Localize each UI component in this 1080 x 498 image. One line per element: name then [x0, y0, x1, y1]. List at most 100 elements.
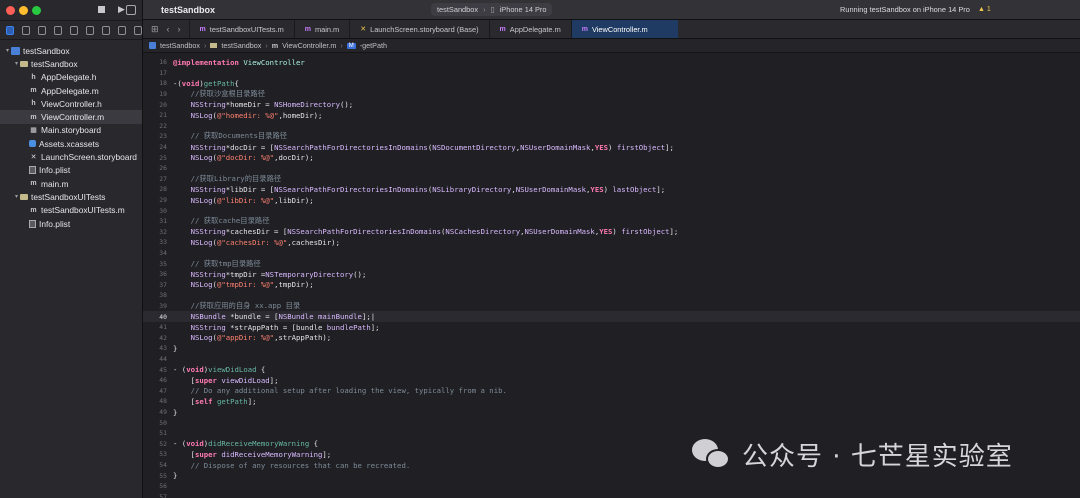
navigator-item[interactable]: m testSandboxUITests.m	[0, 204, 142, 217]
editor-tab[interactable]: m main.m	[293, 20, 349, 38]
scheme-selector[interactable]: testSandbox › ▯ iPhone 14 Pro	[431, 3, 553, 16]
line-number: 34	[159, 249, 167, 258]
minimize-window-button[interactable]	[19, 5, 28, 15]
zoom-window-button[interactable]	[32, 5, 41, 15]
jumpbar-method[interactable]: -getPath	[360, 41, 387, 50]
editor-tab[interactable]: m ViewController.m	[570, 20, 678, 38]
line-number: 17	[159, 68, 167, 77]
disclosure-triangle-icon[interactable]: ▾	[13, 60, 20, 67]
navigator-item[interactable]: ▾ testSandbox	[0, 44, 142, 57]
line-number: 18	[159, 79, 167, 88]
editor-tab-bar: ⊞ ‹ › m testSandboxUITests.m m main.m ✕ Launc…	[143, 20, 1080, 39]
navigator-item[interactable]: Info.plist	[0, 164, 142, 177]
line-number: 30	[159, 206, 167, 215]
code-line: 16 @implementation ViewController	[143, 57, 1080, 68]
navigator-item[interactable]: h AppDelegate.h	[0, 71, 142, 84]
navigator-item[interactable]: ▦ Main.storyboard	[0, 124, 142, 137]
folder-icon	[210, 43, 218, 48]
editor-tab[interactable]: m AppDelegate.m	[488, 20, 571, 38]
file-navigator-icon[interactable]	[6, 25, 14, 35]
navigator-item[interactable]: m AppDelegate.m	[0, 84, 142, 97]
code-text: NSString*tmpDir =NSTemporaryDirectory();	[190, 269, 367, 279]
disclosure-triangle-icon[interactable]: ▾	[13, 193, 20, 200]
jumpbar-file[interactable]: ViewController.m	[282, 41, 336, 50]
chevron-right-icon[interactable]: ›	[178, 24, 181, 34]
navigator-item[interactable]: Assets.xcassets	[0, 137, 142, 150]
sidebar-toggle-icon[interactable]	[126, 5, 136, 15]
navigator-item-label: main.m	[41, 178, 69, 189]
watermark-text: 公众号 · 七芒星实验室	[742, 442, 1013, 472]
code-line: 56	[143, 481, 1080, 492]
jumpbar-group[interactable]: testSandbox	[221, 41, 261, 50]
navigator-item[interactable]: h ViewController.h	[0, 97, 142, 110]
navigator-item[interactable]: ▾ testSandbox	[0, 57, 142, 70]
code-line: 45 - (void)viewDidLoad {	[143, 364, 1080, 375]
m-file-icon: m	[581, 25, 588, 33]
navigator-item-label: testSandbox	[31, 58, 78, 69]
related-items-icon[interactable]: ⊞	[151, 24, 159, 35]
code-text: // 获取tmp目录路径	[173, 258, 261, 268]
chevron-left-icon[interactable]: ‹	[167, 24, 170, 34]
editor-tab[interactable]: ✕ LaunchScreen.storyboard (Base)	[349, 20, 488, 38]
code-line: 20 NSString*homeDir = NSHomeDirectory();	[143, 99, 1080, 110]
line-number: 41	[159, 323, 167, 332]
disclosure-triangle-icon[interactable]: ▾	[4, 47, 11, 54]
code-text: NSLog(@"homedir: %@",homeDir);	[190, 110, 323, 120]
code-line: 37 NSLog(@"tmpDir: %@",tmpDir);	[143, 280, 1080, 291]
issue-navigator-icon[interactable]	[70, 25, 78, 35]
wechat-logo-icon	[690, 437, 734, 473]
code-text: NSString*homeDir = NSHomeDirectory();	[190, 100, 354, 110]
code-text: //获取沙盒根目录路径	[173, 89, 266, 99]
navigator-item[interactable]: m ViewController.m	[0, 110, 142, 124]
line-number: 49	[159, 408, 167, 417]
code-line: 57	[143, 492, 1080, 498]
stop-button-icon[interactable]	[98, 6, 105, 13]
code-text: // Dispose of any resources that can be …	[173, 460, 411, 470]
code-line: 24 NSString*docDir = [NSSearchPathForDir…	[143, 142, 1080, 153]
line-number: 37	[159, 280, 167, 289]
plist-icon	[29, 166, 36, 175]
find-navigator-icon[interactable]	[54, 25, 62, 35]
line-number: 54	[159, 461, 167, 470]
navigator-item[interactable]: ✕ LaunchScreen.storyboard	[0, 150, 142, 163]
code-line: 28 NSString*libDir = [NSSearchPathForDir…	[143, 184, 1080, 195]
code-text: -(void)getPath{	[173, 78, 239, 88]
window-toolbar: ▶ testSandbox testSandbox › ▯ iPhone 14 …	[98, 0, 1080, 20]
project-title: testSandbox	[161, 4, 216, 15]
navigator-item-label: ViewController.h	[41, 98, 102, 109]
line-number: 29	[159, 196, 167, 205]
warning-indicator[interactable]: ▲ 1	[978, 6, 991, 13]
editor-tab[interactable]: m testSandboxUITests.m	[188, 20, 294, 38]
report-navigator-icon[interactable]	[134, 25, 142, 35]
symbol-navigator-icon[interactable]	[38, 25, 46, 35]
source-control-icon[interactable]	[22, 25, 30, 35]
line-number: 28	[159, 185, 167, 194]
line-number: 16	[159, 58, 167, 67]
close-window-button[interactable]	[6, 5, 15, 15]
navigator-item[interactable]: m main.m	[0, 177, 142, 190]
line-number: 42	[159, 333, 167, 342]
chevron-right-icon: ›	[265, 41, 268, 50]
code-text: - (void)didReceiveMemoryWarning {	[173, 439, 319, 449]
run-button-icon[interactable]: ▶	[118, 4, 125, 15]
debug-navigator-icon[interactable]	[102, 25, 110, 35]
file-tree: ▾ testSandbox ▾ testSandbox h AppDelegate.h m A…	[0, 40, 142, 230]
jumpbar-project[interactable]: testSandbox	[160, 41, 200, 50]
code-text: [super viewDidLoad];	[173, 375, 279, 385]
source-editor[interactable]: 16 @implementation ViewController 17 18 -(vo…	[143, 53, 1080, 498]
navigator-item-label: testSandbox	[23, 45, 70, 56]
code-text: NSLog(@"appDir: %@",strAppPath);	[190, 333, 332, 343]
navigator-item[interactable]: ▾ testSandboxUITests	[0, 190, 142, 203]
line-number: 31	[159, 217, 167, 226]
line-number: 39	[159, 302, 167, 311]
line-number: 45	[159, 365, 167, 374]
breakpoint-navigator-icon[interactable]	[118, 25, 126, 35]
storyboard-icon: ✕	[360, 26, 367, 33]
code-line: 32 NSString*cachesDir = [NSSearchPathFor…	[143, 227, 1080, 238]
code-line: 36 NSString*tmpDir =NSTemporaryDirectory…	[143, 269, 1080, 280]
test-navigator-icon[interactable]	[86, 25, 94, 35]
code-line: 27 //获取Library的目录路径	[143, 174, 1080, 185]
navigator-item[interactable]: Info.plist	[0, 217, 142, 230]
tab-label: ViewController.m	[591, 24, 648, 34]
code-line: 22	[143, 121, 1080, 132]
